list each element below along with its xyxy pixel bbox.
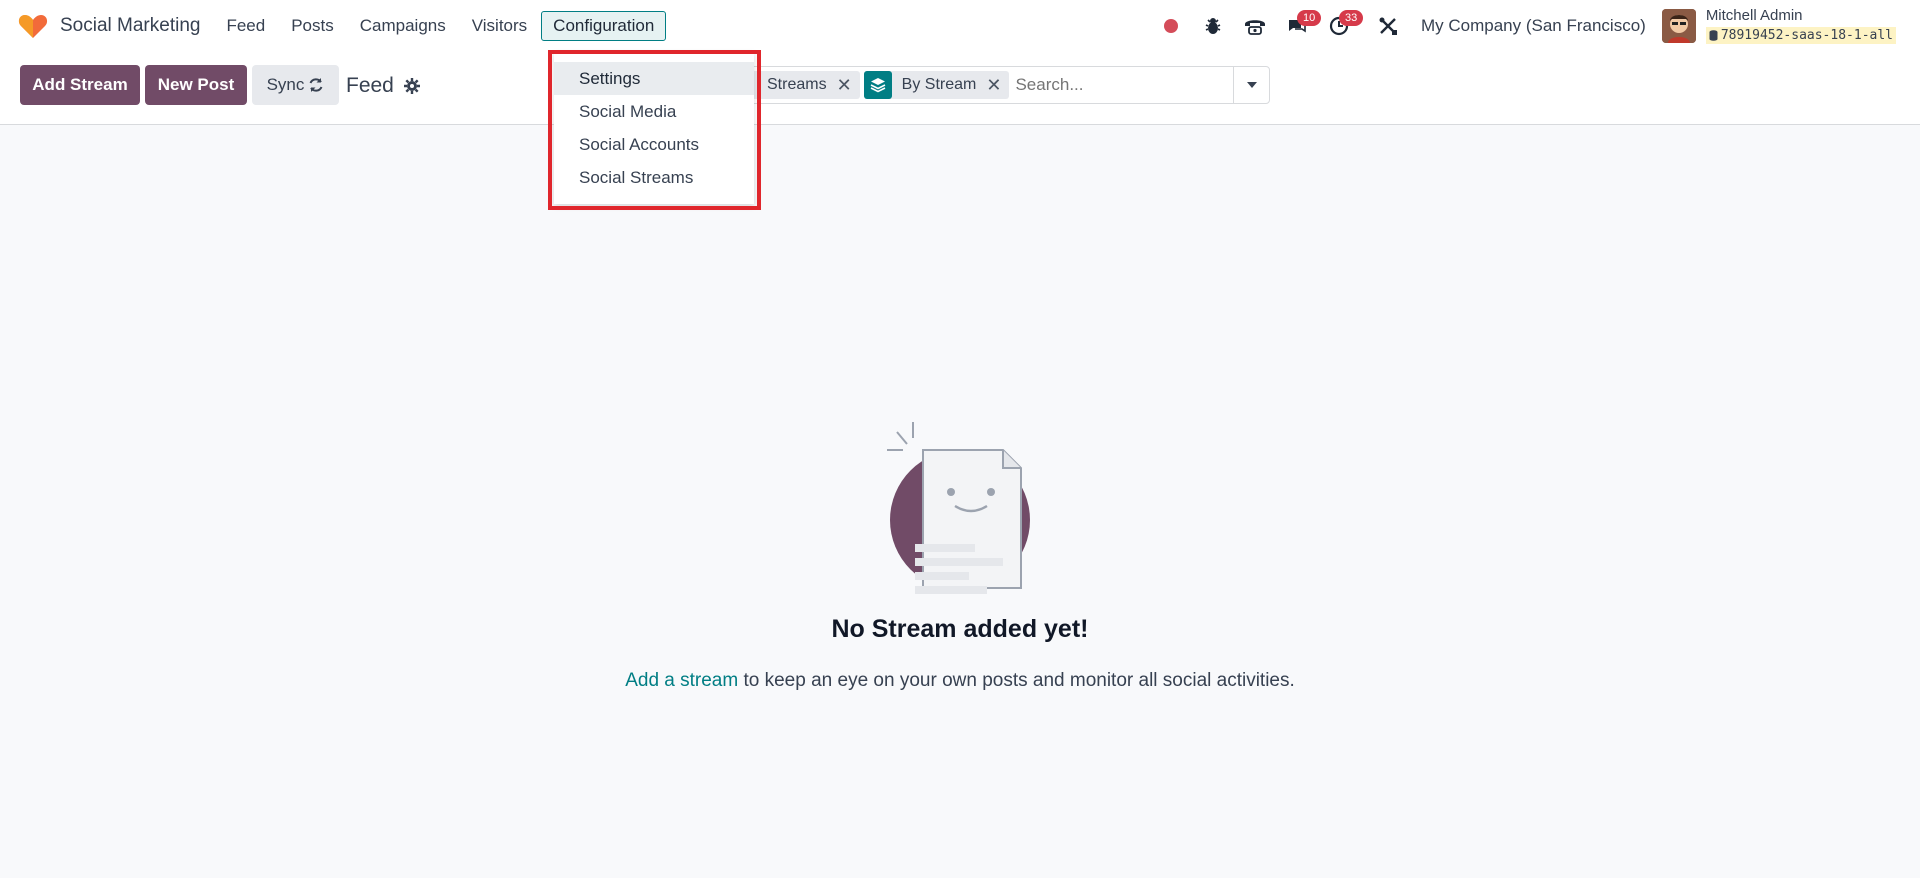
avatar	[1661, 9, 1696, 43]
new-post-button[interactable]: New Post	[145, 65, 247, 105]
layers-icon	[863, 71, 892, 99]
facet-by-stream: By Stream ✕	[863, 71, 1010, 99]
control-panel: Add Stream New Post Sync Feed Streams ✕ …	[0, 52, 1920, 125]
database-tag: 78919452-saas-18-1-all	[1705, 27, 1896, 44]
bug-icon[interactable]	[1195, 8, 1231, 44]
search-options-toggle[interactable]	[1233, 67, 1269, 103]
facet-streams-remove-icon[interactable]: ✕	[837, 75, 860, 96]
add-stream-link[interactable]: Add a stream	[625, 670, 738, 691]
app-brand[interactable]: Social Marketing	[18, 13, 200, 39]
sync-label: Sync	[266, 75, 305, 94]
empty-document-illustration	[887, 422, 1030, 594]
configuration-dropdown: Settings Social Media Social Accounts So…	[554, 52, 754, 204]
menu-visitors[interactable]: Visitors	[460, 11, 539, 41]
menu-feed[interactable]: Feed	[214, 11, 277, 41]
systray: 10 33 My Company (San Francisco) Mitchel…	[1150, 0, 1920, 52]
heart-logo-icon	[18, 15, 48, 38]
dropdown-item-social-media[interactable]: Social Media	[554, 95, 754, 128]
messages-icon[interactable]: 10	[1279, 8, 1322, 44]
main-menu: Feed Posts Campaigns Visitors Configurat…	[214, 11, 668, 41]
dropdown-item-social-accounts[interactable]: Social Accounts	[554, 128, 754, 161]
app-name: Social Marketing	[60, 15, 201, 36]
menu-configuration[interactable]: Configuration	[541, 11, 667, 41]
user-name: Mitchell Admin	[1705, 7, 1803, 24]
search-input[interactable]	[1015, 75, 1226, 95]
recording-icon[interactable]	[1153, 8, 1189, 44]
messages-badge: 10	[1296, 10, 1322, 26]
add-stream-button[interactable]: Add Stream	[20, 65, 140, 105]
menu-campaigns[interactable]: Campaigns	[348, 11, 458, 41]
caret-down-icon	[1246, 82, 1257, 88]
sync-button[interactable]: Sync	[252, 65, 339, 105]
empty-state-description: to keep an eye on your own posts and mon…	[738, 670, 1295, 691]
user-menu[interactable]: Mitchell Admin 78919452-saas-18-1-all	[1661, 7, 1896, 44]
company-switcher[interactable]: My Company (San Francisco)	[1421, 16, 1646, 36]
dropdown-item-social-streams[interactable]: Social Streams	[554, 161, 754, 194]
facet-by-stream-label: By Stream	[901, 76, 977, 93]
facet-by-stream-remove-icon[interactable]: ✕	[986, 75, 1009, 96]
empty-state-title: No Stream added yet!	[831, 615, 1089, 643]
phone-icon[interactable]	[1237, 8, 1273, 44]
view-title: Feed	[346, 74, 420, 98]
search-bar: Streams ✕ By Stream ✕	[700, 66, 1270, 104]
activities-badge: 33	[1338, 10, 1364, 26]
activities-icon[interactable]: 33	[1321, 8, 1364, 44]
refresh-icon	[309, 78, 323, 92]
database-icon	[1709, 30, 1718, 41]
view-title-text: Feed	[346, 74, 394, 97]
database-name: 78919452-saas-18-1-all	[1720, 28, 1893, 43]
empty-state-text: Add a stream to keep an eye on your own …	[0, 670, 1920, 692]
gear-icon[interactable]	[403, 78, 420, 94]
menu-posts[interactable]: Posts	[279, 11, 346, 41]
empty-state: No Stream added yet! Add a stream to kee…	[0, 420, 1920, 692]
top-navbar: Social Marketing Feed Posts Campaigns Vi…	[0, 0, 1920, 52]
dropdown-item-settings[interactable]: Settings	[554, 62, 754, 95]
tools-icon[interactable]	[1370, 8, 1406, 44]
